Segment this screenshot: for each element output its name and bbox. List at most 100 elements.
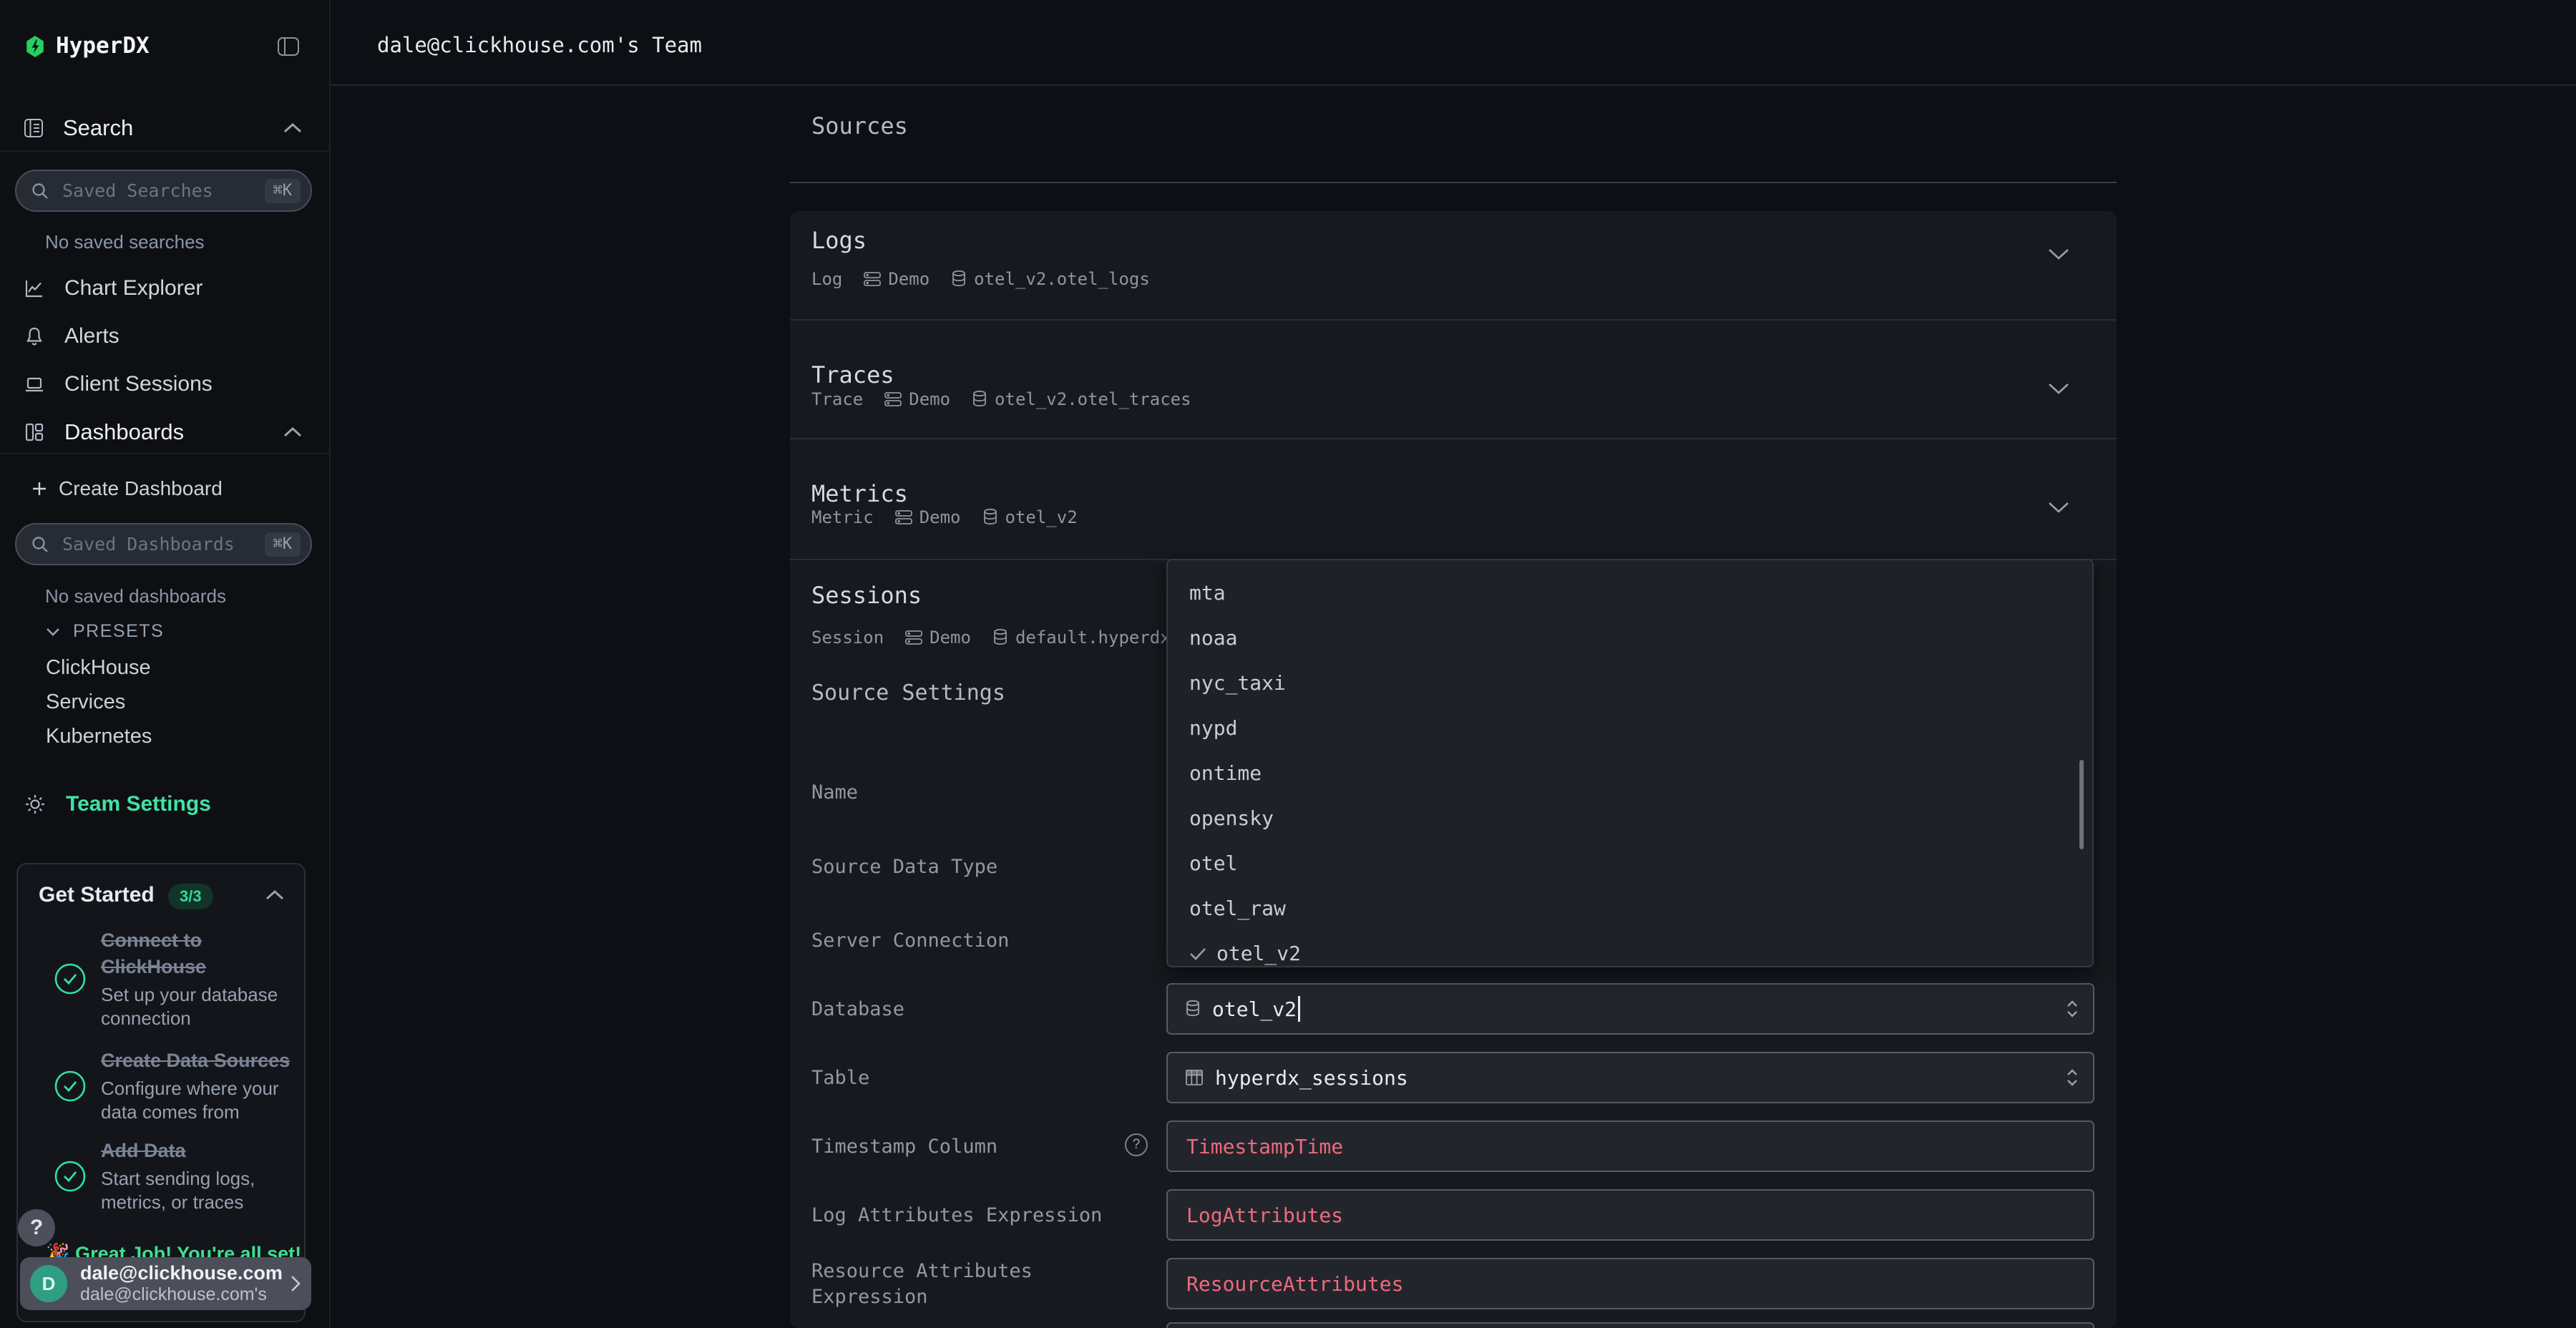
help-button[interactable]: ? xyxy=(18,1209,55,1246)
app-title: HyperDX xyxy=(56,33,150,59)
dropdown-scrollbar[interactable] xyxy=(2079,760,2084,849)
sidebar-item-client-sessions[interactable]: Client Sessions xyxy=(0,364,329,404)
database-icon xyxy=(951,270,967,288)
source-section-sessions: Sessions xyxy=(811,582,922,609)
avatar: D xyxy=(30,1265,67,1302)
no-saved-searches-text: No saved searches xyxy=(45,231,205,253)
dropdown-option[interactable]: otel_raw xyxy=(1168,886,2092,931)
chevron-down-icon[interactable] xyxy=(2048,248,2069,260)
connection-pair: Demo xyxy=(884,389,950,409)
saved-dashboards-search[interactable]: ⌘K xyxy=(15,523,312,565)
get-started-step-add-data[interactable]: Add Data Start sending logs, metrics, or… xyxy=(54,1138,307,1214)
chevron-down-icon xyxy=(46,628,60,636)
sidebar-item-services[interactable]: Services xyxy=(46,690,125,714)
server-icon xyxy=(895,509,912,525)
check-circle-icon xyxy=(54,1070,87,1103)
app-window: HyperDX Search ⌘K No saved se xyxy=(0,0,2576,1328)
next-field-partial xyxy=(1166,1322,2094,1328)
table-select[interactable]: hyperdx_sessions xyxy=(1166,1052,2094,1103)
user-menu[interactable]: D dale@clickhouse.com dale@clickhouse.co… xyxy=(20,1257,311,1310)
source-meta-traces: Trace Demo otel_v2.otel_traces xyxy=(811,389,1191,409)
database-icon xyxy=(992,628,1008,647)
source-section-logs: Logs xyxy=(811,227,867,254)
sidebar-item-label: Alerts xyxy=(64,324,119,348)
connection-name: Demo xyxy=(919,507,961,527)
dropdown-option[interactable]: nyc_taxi xyxy=(1168,660,2092,706)
divider xyxy=(0,150,329,152)
database-icon xyxy=(1185,1000,1201,1018)
sidebar-section-dashboards[interactable]: Dashboards xyxy=(0,412,329,452)
sidebar-item-team-settings[interactable]: Team Settings xyxy=(0,784,329,824)
dropdown-option[interactable]: otel xyxy=(1168,841,2092,886)
presets-label: PRESETS xyxy=(73,621,164,642)
user-workspace: dale@clickhouse.com's xyxy=(80,1284,277,1305)
dropdown-option-selected[interactable]: otel_v2 xyxy=(1168,931,2092,976)
field-label-timestamp-column: Timestamp Column xyxy=(811,1134,1055,1160)
chevron-up-icon xyxy=(283,427,302,437)
help-tooltip-icon[interactable]: ? xyxy=(1125,1133,1148,1156)
database-select[interactable]: otel_v2 xyxy=(1166,983,2094,1035)
server-icon xyxy=(905,630,922,645)
divider xyxy=(790,319,2117,321)
presets-toggle[interactable]: PRESETS xyxy=(46,621,164,642)
create-dashboard-button[interactable]: Create Dashboard xyxy=(0,469,329,509)
dropdown-option[interactable]: opensky xyxy=(1168,796,2092,841)
table-pair: otel_v2 xyxy=(982,507,1078,527)
connection-pair: Demo xyxy=(895,507,961,527)
saved-searches-input[interactable] xyxy=(61,180,253,202)
saved-searches-search[interactable]: ⌘K xyxy=(15,170,312,212)
table-name: otel_v2.otel_logs xyxy=(974,269,1150,289)
get-started-step-sources[interactable]: Create Data Sources Configure where your… xyxy=(54,1048,307,1124)
sidebar: HyperDX Search ⌘K No saved se xyxy=(0,0,331,1328)
no-saved-dashboards-text: No saved dashboards xyxy=(45,585,226,607)
resource-attributes-input[interactable] xyxy=(1185,1271,2079,1297)
log-attributes-field[interactable] xyxy=(1166,1189,2094,1241)
table-name: otel_v2.otel_traces xyxy=(995,389,1191,409)
saved-dashboards-input[interactable] xyxy=(61,533,253,555)
divider xyxy=(790,182,2117,183)
sidebar-item-kubernetes[interactable]: Kubernetes xyxy=(46,725,152,748)
sidebar-item-label: Chart Explorer xyxy=(64,276,203,301)
server-icon xyxy=(884,391,902,407)
database-icon xyxy=(982,508,998,527)
dropdown-option[interactable]: nypd xyxy=(1168,706,2092,751)
timestamp-column-input[interactable] xyxy=(1185,1134,2079,1159)
collapse-sidebar-icon[interactable] xyxy=(278,37,299,56)
table-icon xyxy=(1185,1068,1204,1087)
source-type: Trace xyxy=(811,389,863,409)
search-icon xyxy=(31,182,49,200)
team-title: dale@clickhouse.com's Team xyxy=(377,33,702,57)
dropdown-option[interactable]: ontime xyxy=(1168,751,2092,796)
get-started-step-connect[interactable]: Connect to ClickHouse Set up your databa… xyxy=(54,927,307,1030)
select-chevrons-icon xyxy=(2066,999,2079,1019)
dropdown-option[interactable]: mta xyxy=(1168,570,2092,615)
chevron-down-icon[interactable] xyxy=(2048,502,2069,513)
log-attributes-input[interactable] xyxy=(1185,1203,2079,1228)
table-value: hyperdx_sessions xyxy=(1215,1066,1408,1090)
timestamp-column-field[interactable] xyxy=(1166,1120,2094,1172)
sidebar-item-chart-explorer[interactable]: Chart Explorer xyxy=(0,268,329,308)
dropdown-option[interactable]: noaa xyxy=(1168,615,2092,660)
table-name: otel_v2 xyxy=(1005,507,1078,527)
chevron-right-icon xyxy=(290,1274,301,1293)
sidebar-section-search[interactable]: Search xyxy=(0,108,329,148)
plus-icon xyxy=(31,481,47,497)
gear-icon xyxy=(24,794,46,815)
chevron-up-icon[interactable] xyxy=(265,890,284,900)
resource-attributes-field[interactable] xyxy=(1166,1258,2094,1309)
field-label-table: Table xyxy=(811,1065,869,1091)
source-section-metrics: Metrics xyxy=(811,480,908,507)
text-cursor xyxy=(1298,996,1300,1022)
check-circle-icon xyxy=(54,1160,87,1193)
connection-name: Demo xyxy=(888,269,930,289)
chevron-down-icon[interactable] xyxy=(2048,383,2069,394)
sidebar-section-label: Dashboards xyxy=(64,419,184,445)
sidebar-item-alerts[interactable]: Alerts xyxy=(0,316,329,356)
sidebar-section-label: Search xyxy=(63,115,133,141)
step-title: Add Data xyxy=(101,1138,307,1164)
database-dropdown: mta noaa nyc_taxi nypd ontime opensky ot… xyxy=(1166,559,2094,967)
table-pair: otel_v2.otel_traces xyxy=(972,389,1191,409)
connection-name: Demo xyxy=(909,389,950,409)
sidebar-item-clickhouse[interactable]: ClickHouse xyxy=(46,656,151,680)
step-description: Start sending logs, metrics, or traces xyxy=(101,1167,293,1214)
